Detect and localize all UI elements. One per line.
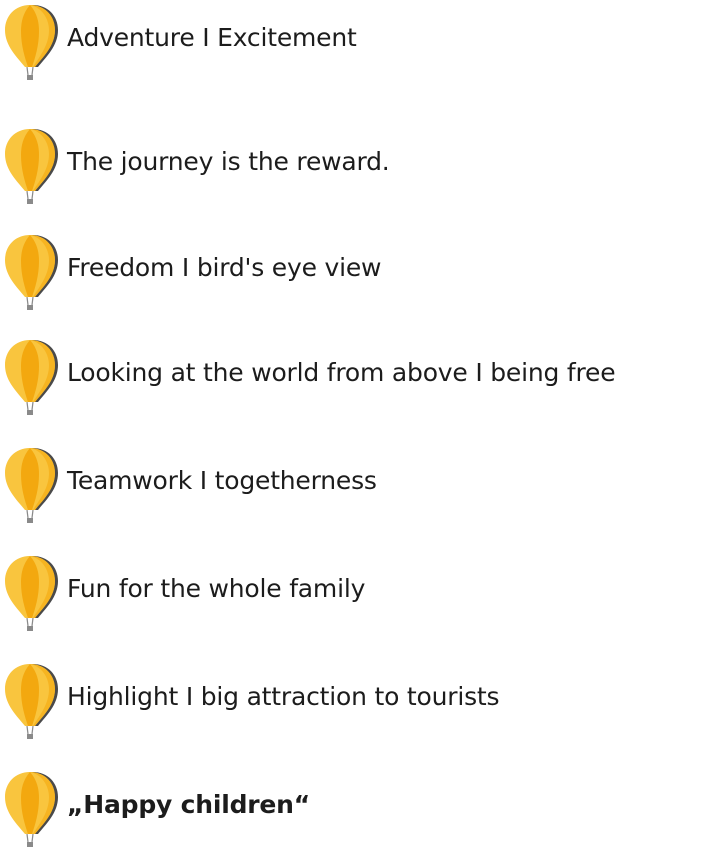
list-item-label: Teamwork I togetherness [67,466,377,495]
hot-air-balloon-icon [5,772,58,847]
list-item: Freedom I bird's eye view [0,233,714,313]
hot-air-balloon-icon [5,5,58,80]
list-item-label: Freedom I bird's eye view [67,253,382,282]
list-item: Adventure I Excitement [0,3,714,83]
list-item-label: Adventure I Excitement [67,23,357,52]
hot-air-balloon-icon [5,235,58,310]
list-item: Looking at the world from above I being … [0,338,714,418]
hot-air-balloon-icon [5,448,58,523]
list-item: The journey is the reward. [0,127,714,207]
hot-air-balloon-icon [5,556,58,631]
list-item: Teamwork I togetherness [0,446,714,526]
feature-list: Adventure I Excitement The journey is th… [0,0,714,853]
list-item-label: The journey is the reward. [67,147,390,176]
list-item-label: Fun for the whole family [67,574,366,603]
hot-air-balloon-icon [5,129,58,204]
list-item-label: Highlight I big attraction to tourists [67,682,500,711]
hot-air-balloon-icon [5,664,58,739]
list-item: Highlight I big attraction to tourists [0,662,714,742]
hot-air-balloon-icon [5,340,58,415]
list-item-label: Looking at the world from above I being … [67,358,616,387]
list-item-label: „Happy children“ [67,790,310,819]
list-item: „Happy children“ [0,770,714,850]
list-item: Fun for the whole family [0,554,714,634]
